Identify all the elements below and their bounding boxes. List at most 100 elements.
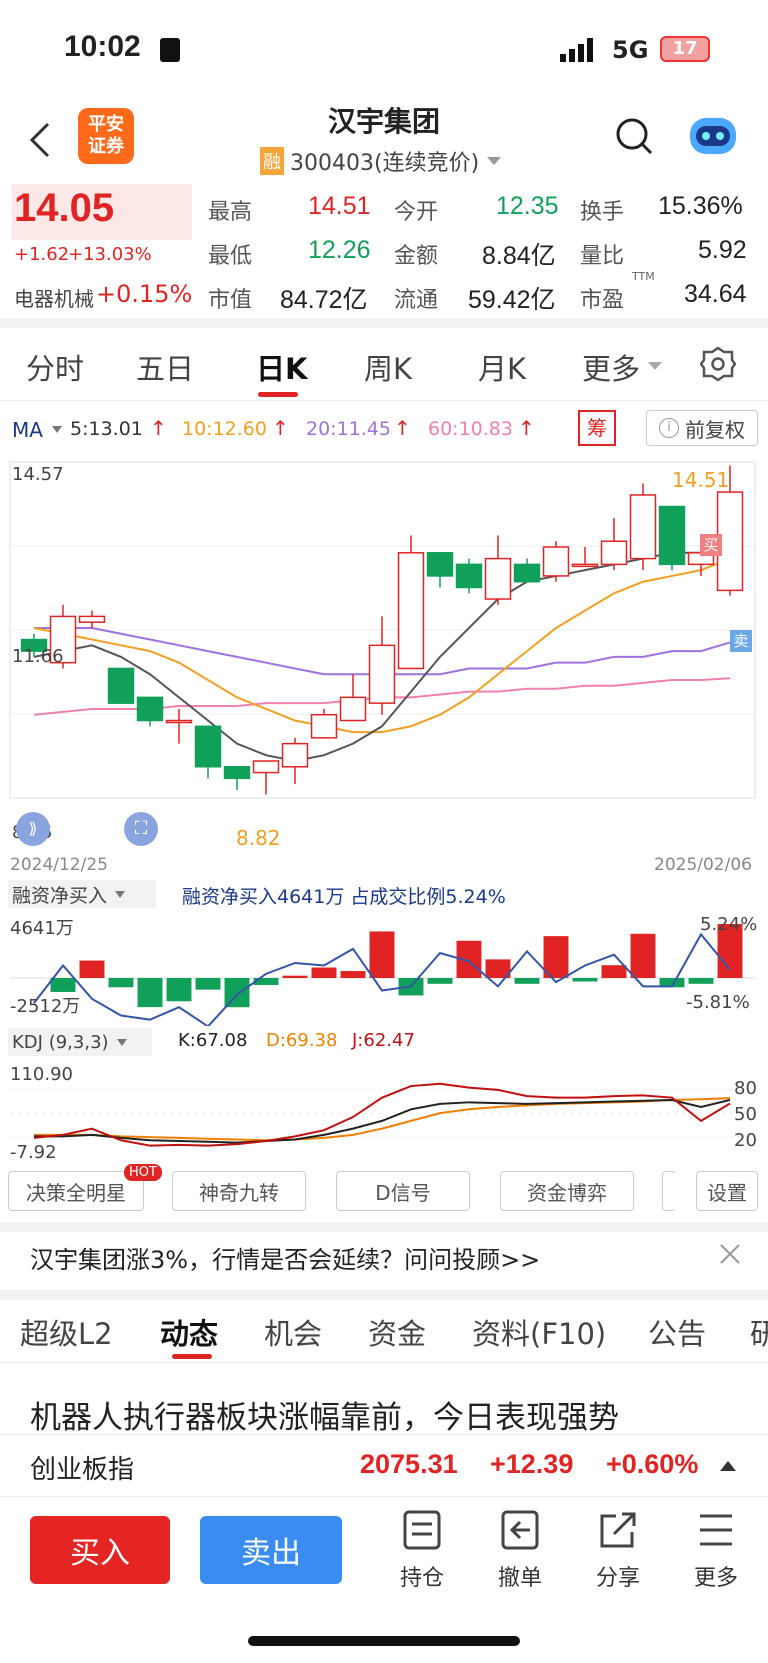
sell-button[interactable]: 卖出 — [200, 1516, 342, 1584]
tool-settings[interactable]: 设置 — [696, 1171, 758, 1211]
cancel-order-button[interactable]: 撤单 — [480, 1510, 560, 1592]
margin-bar — [427, 978, 453, 984]
stock-code-row[interactable]: 融 300403(连续竞价) — [260, 145, 502, 177]
margin-bar — [572, 978, 598, 982]
kline-y-top: 14.57 — [12, 464, 64, 485]
robot-assistant-icon[interactable] — [686, 110, 740, 164]
info-icon: i — [659, 418, 679, 438]
document-icon — [403, 1510, 441, 1550]
tool-capital-game[interactable]: 资金博弈 — [500, 1171, 634, 1211]
kdj-d-value: D:69.38 — [266, 1030, 338, 1051]
float-label: 流通 — [394, 288, 439, 313]
margin-bar — [630, 933, 656, 978]
high-label: 最高 — [208, 200, 253, 225]
index-ticker[interactable]: 创业板指 2075.31 +12.39 +0.60% — [0, 1434, 768, 1496]
candle-body — [426, 552, 454, 577]
undo-icon — [501, 1510, 539, 1550]
candle-body — [223, 766, 251, 780]
tab-active-underline — [258, 392, 298, 397]
banner-text[interactable]: 汉宇集团涨3%，行情是否会延续？问问投顾>> — [30, 1240, 540, 1275]
more-button[interactable]: 更多 — [676, 1510, 756, 1592]
candle-body — [397, 552, 425, 670]
home-indicator — [248, 1636, 520, 1646]
caret-up-icon[interactable] — [720, 1461, 736, 1471]
margin-bar — [137, 978, 163, 1008]
candle-body — [368, 644, 396, 704]
tab-monthly-k[interactable]: 月K — [478, 346, 526, 388]
kdj-selector-label: KDJ (9,3,3) — [12, 1031, 109, 1053]
tab-daily-k[interactable]: 日K — [256, 346, 307, 388]
holdings-button[interactable]: 持仓 — [382, 1510, 462, 1592]
margin-bar — [369, 931, 395, 978]
tab-research[interactable]: 研 — [750, 1311, 768, 1353]
tool-decision-stars[interactable]: 决策全明星 — [8, 1171, 144, 1211]
tab-weekly-k[interactable]: 周K — [364, 346, 412, 388]
tab-opportunity[interactable]: 机会 — [264, 1311, 322, 1353]
kdj-y-bot: -7.92 — [10, 1142, 57, 1163]
tab-f10[interactable]: 资料(F10) — [472, 1311, 606, 1353]
chip-distribution-button[interactable]: 筹 — [578, 410, 616, 446]
adjust-selector[interactable]: i 前复权 — [646, 410, 758, 446]
more-label: 更多 — [693, 1566, 738, 1591]
signal-icon — [560, 38, 600, 66]
tab-more[interactable]: 更多 — [582, 346, 640, 388]
margin-bar — [79, 960, 105, 978]
tool-label: 设置 — [707, 1180, 747, 1205]
arrow-up-icon: ↑ — [394, 416, 411, 440]
pe-label: 市盈 — [580, 288, 625, 313]
tab-capital[interactable]: 资金 — [368, 1311, 426, 1353]
index-name: 创业板指 — [30, 1455, 135, 1485]
divider — [0, 400, 768, 401]
kline-chart[interactable] — [0, 458, 768, 848]
tool-label: D信号 — [375, 1180, 431, 1205]
tab-announcement[interactable]: 公告 — [648, 1311, 706, 1353]
gear-icon[interactable] — [699, 346, 737, 389]
kline-high-mark: 14.51 — [672, 468, 730, 492]
hot-badge: HOT — [124, 1164, 162, 1181]
tool-label: 神奇九转 — [199, 1180, 279, 1205]
tab-super-l2[interactable]: 超级L2 — [20, 1311, 113, 1353]
tool-next-partial[interactable] — [662, 1171, 676, 1211]
divider — [0, 1496, 768, 1497]
share-button[interactable]: 分享 — [578, 1510, 658, 1592]
tool-magic-nine[interactable]: 神奇九转 — [172, 1171, 306, 1211]
share-icon — [600, 1512, 636, 1548]
buy-button[interactable]: 买入 — [30, 1516, 170, 1584]
share-label: 分享 — [595, 1566, 640, 1591]
sector-name[interactable]: 电器机械 — [14, 283, 94, 312]
low-label: 最低 — [208, 244, 253, 269]
tab-five-day[interactable]: 五日 — [136, 346, 194, 388]
navigator-icon[interactable]: ⟫ — [16, 812, 50, 846]
kdj-selector[interactable]: KDJ (9,3,3) — [8, 1028, 152, 1056]
divider — [0, 1222, 768, 1232]
turnover-value: 15.36% — [658, 192, 743, 220]
ma-selector[interactable]: MA — [12, 418, 43, 442]
ma60-value: 60:10.83 — [428, 418, 513, 440]
margin-selector[interactable]: 融资净买入 — [8, 880, 156, 908]
volratio-label: 量比 — [580, 244, 625, 269]
divider — [0, 1362, 768, 1363]
tool-d-signal[interactable]: D信号 — [336, 1171, 470, 1211]
fullscreen-icon[interactable]: ⛶ — [124, 812, 158, 846]
mktcap-label: 市值 — [208, 288, 253, 313]
news-headline[interactable]: 机器人执行器板块涨幅靠前，今日表现强势 — [30, 1392, 619, 1437]
tab-timeshare[interactable]: 分时 — [26, 346, 84, 388]
candle-body — [455, 563, 483, 589]
ma20-value: 20:11.45 — [306, 418, 391, 440]
candle-body — [78, 615, 106, 623]
margin-pct-bot: -5.81% — [686, 992, 750, 1013]
index-pct: +0.60% — [606, 1449, 699, 1479]
sell-label: 卖出 — [241, 1536, 301, 1571]
margin-bar — [514, 978, 540, 984]
candle-body — [252, 760, 280, 774]
tool-label: 决策全明星 — [26, 1180, 126, 1205]
high-value: 14.51 — [308, 192, 371, 220]
margin-y-bot: -2512万 — [10, 996, 81, 1017]
kdj-chart[interactable] — [0, 1058, 768, 1164]
turnover-label: 换手 — [580, 200, 625, 225]
search-icon[interactable] — [614, 116, 654, 160]
close-icon[interactable] — [718, 1242, 742, 1270]
pe-value: 34.64 — [684, 280, 747, 308]
margin-chart[interactable] — [0, 910, 768, 1026]
tab-news[interactable]: 动态 — [160, 1311, 218, 1353]
